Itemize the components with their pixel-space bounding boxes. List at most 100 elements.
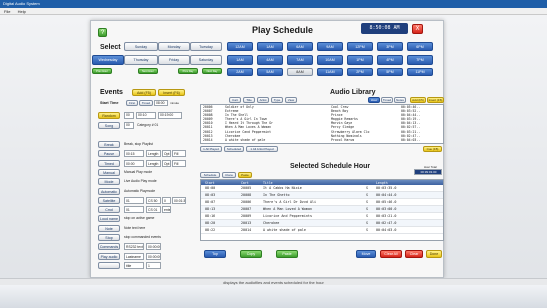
prev-hour-button[interactable]: Prev Hour <box>92 68 112 74</box>
event-control-value[interactable]: Lastname <box>124 252 144 260</box>
hour-1pm[interactable]: 1PM <box>347 55 373 65</box>
event-control-extra1[interactable]: CS 50 <box>146 196 161 204</box>
event-control-value[interactable]: 00:15 <box>124 150 144 158</box>
event-control-extra1[interactable]: 00:00:00 <box>146 243 161 251</box>
event-control-value[interactable]: 01 <box>124 196 144 204</box>
help-button[interactable]: ? <box>98 28 107 37</box>
hour-7pm[interactable]: 7PM <box>407 55 433 65</box>
random-button[interactable]: Random <box>98 112 120 119</box>
prev-day-button[interactable]: Prev Day <box>178 68 198 74</box>
hour-7am[interactable]: 7AM <box>287 55 313 65</box>
random-b-field[interactable]: 00:10 <box>136 112 156 119</box>
event-control-button[interactable]: Loud name <box>98 215 120 223</box>
events-insert-button[interactable]: Insert (F6) <box>158 89 185 96</box>
hour-3pm[interactable]: 3PM <box>377 42 403 51</box>
library-list[interactable]: 20006 Soldier of Only Cool Crew 00:05:46.. 2… <box>200 104 444 144</box>
next-hour-button[interactable]: Next Hour <box>138 68 158 74</box>
hour-2pm[interactable]: 2PM <box>347 68 373 76</box>
mode-timed[interactable]: Timed <box>381 97 393 103</box>
paste-button[interactable]: Paste <box>276 250 298 258</box>
hour-1am-row2[interactable]: 1AM <box>227 55 253 65</box>
day-monday[interactable]: Monday <box>158 42 190 51</box>
hour-1am[interactable]: 1AM <box>257 42 283 51</box>
song-a-field[interactable]: 00 <box>124 122 134 129</box>
mode-hour[interactable]: Hour <box>368 97 380 103</box>
clone-tab[interactable]: Clone <box>222 172 236 178</box>
event-control-extra3[interactable]: Fill <box>172 159 186 167</box>
random-a-field[interactable]: 00 <box>124 112 134 119</box>
next-day-button[interactable]: Next Day <box>202 68 222 74</box>
cue-button[interactable]: Cue (F8) <box>423 146 442 152</box>
event-control-button[interactable]: Manual <box>98 168 120 176</box>
library-insert-button[interactable]: Insert (F6) <box>427 97 444 103</box>
schedule-tab[interactable]: Schedule <box>200 172 220 178</box>
event-control-extra1[interactable]: 00:00:00 <box>146 252 161 260</box>
close-icon[interactable]: X <box>412 24 423 34</box>
day-saturday[interactable]: Saturday <box>190 55 222 65</box>
filter-artist[interactable]: Artist <box>257 97 269 103</box>
event-control-extra3[interactable]: Fill <box>172 150 186 158</box>
event-control-extra1[interactable]: 1 <box>146 261 161 269</box>
event-control-button[interactable]: Timed <box>98 159 120 167</box>
hour-4am[interactable]: 4AM <box>257 55 283 65</box>
event-control-button[interactable]: Satellite <box>98 196 120 204</box>
event-control-value[interactable]: title <box>124 261 144 269</box>
day-tuesday[interactable]: Tuesday <box>190 42 222 51</box>
clear-all-button[interactable]: Clear All <box>380 250 402 258</box>
schedule-row[interactable]: 08:13 20007 When A Man Loved A Woman S 00:03… <box>201 206 443 213</box>
library-row[interactable]: 20014 A white shade of pale Procol Harum 00… <box>201 138 443 142</box>
event-control-extra3[interactable]: 00:01:30 <box>172 196 186 204</box>
song-button[interactable]: Song <box>98 122 120 129</box>
first-button[interactable]: First <box>126 100 138 106</box>
filter-title[interactable]: Title <box>243 97 255 103</box>
filter-cart[interactable]: Cart <box>229 97 241 103</box>
event-control-extra1[interactable]: Length <box>146 150 161 158</box>
top-button[interactable]: Top <box>204 250 226 258</box>
hour-6am[interactable]: 6AM <box>287 42 313 51</box>
schedule-row[interactable]: 08:03 20008 In The Ghetto S 00:04:44.0 <box>201 192 443 199</box>
event-control-extra2[interactable]: 0 <box>162 196 171 204</box>
day-friday[interactable]: Friday <box>158 55 190 65</box>
schedule-row[interactable]: 08:16 20009 Licorice And Peppermints S 00:03… <box>201 213 443 220</box>
random-c-field[interactable]: 00:19:00 <box>158 112 182 119</box>
schedule-row[interactable]: 08:22 20014 A white shade of pale S 00:04:03… <box>201 227 443 234</box>
done-button[interactable]: Done <box>426 250 442 258</box>
clear-button[interactable]: Clear <box>405 250 423 258</box>
event-control-button[interactable]: Break <box>98 141 120 148</box>
hour-12pm[interactable]: 12PM <box>347 42 373 51</box>
hour-5am[interactable]: 5AM <box>257 68 283 76</box>
event-control-button[interactable]: Pause <box>98 150 120 158</box>
menu-help[interactable]: Help <box>18 9 26 14</box>
event-control-button[interactable]: Stop <box>98 234 120 241</box>
filter-view[interactable]: View <box>285 97 297 103</box>
event-control-extra2[interactable]: Opt <box>162 159 171 167</box>
library-scheduled[interactable]: Scheduled <box>224 146 244 152</box>
schedule-row[interactable]: 08:00 20005 It A Cabbs Ha Nixie S 00:03:35.0 <box>201 185 443 192</box>
library-artist-played[interactable]: 1 All Artist Played <box>246 146 278 152</box>
event-control-extra1[interactable]: CS 01 <box>146 206 161 214</box>
hour-10am[interactable]: 10AM <box>317 55 343 65</box>
copy-button[interactable]: Copy <box>240 250 262 258</box>
event-control-button[interactable]: Note <box>98 224 120 232</box>
event-control-button[interactable]: Automatic <box>98 187 120 195</box>
paste-tab[interactable]: Paste <box>238 172 252 178</box>
event-control-value[interactable]: 01 <box>124 206 144 214</box>
event-control-button[interactable]: Play audio <box>98 252 120 260</box>
move-button[interactable]: Move <box>356 250 376 258</box>
hour-5pm[interactable]: 5PM <box>377 68 403 76</box>
schedule-row[interactable]: 08:07 20006 There's A Girl Dr Dvvd Ali S 00:… <box>201 199 443 206</box>
hour-12am[interactable]: 12AM <box>227 42 253 51</box>
event-control-extra2[interactable]: enter name here <box>162 206 171 214</box>
event-control-extra1[interactable]: Length <box>146 159 161 167</box>
schedule-table[interactable]: Start Cart Title Length 08:00 20005 It A C… <box>200 179 444 241</box>
day-sunday[interactable]: Sunday <box>124 42 158 51</box>
mode-notes[interactable]: Notes <box>394 97 406 103</box>
schedule-row[interactable]: 08:20 20013 Cherokee S 00:02:47.0 <box>201 220 443 227</box>
event-control-button[interactable] <box>98 261 120 269</box>
hour-9am[interactable]: 9AM <box>317 42 343 51</box>
hour-2am[interactable]: 2AM <box>227 68 253 76</box>
library-add-button[interactable]: Add (F5) <box>410 97 426 103</box>
start-time-field[interactable]: 08:00 <box>154 100 168 106</box>
hour-11pm[interactable]: 11PM <box>407 68 433 76</box>
event-control-value[interactable]: 00:00 <box>124 159 144 167</box>
